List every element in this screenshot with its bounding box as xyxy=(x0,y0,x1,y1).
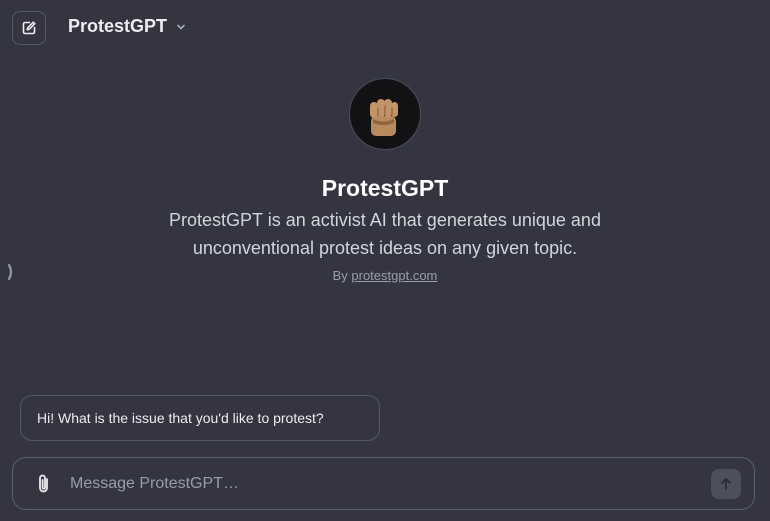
gpt-description: ProtestGPT is an activist AI that genera… xyxy=(169,210,601,258)
author-link[interactable]: protestgpt.com xyxy=(351,268,437,283)
attach-button[interactable] xyxy=(32,472,56,496)
model-selector[interactable]: ProtestGPT xyxy=(68,16,187,37)
gpt-author: By protestgpt.com xyxy=(333,268,438,283)
paperclip-icon xyxy=(39,474,48,492)
new-chat-button[interactable] xyxy=(12,11,46,45)
gpt-avatar xyxy=(349,78,421,150)
send-button[interactable] xyxy=(711,468,741,499)
pencil-square-icon xyxy=(22,21,36,35)
conversation-starter[interactable]: Hi! What is the issue that you'd like to… xyxy=(20,395,380,441)
message-input[interactable] xyxy=(68,473,711,494)
model-name: ProtestGPT xyxy=(68,16,168,36)
gpt-intro: ProtestGPT ProtestGPT is an activist AI … xyxy=(0,78,770,283)
chevron-down-icon xyxy=(177,24,185,29)
message-composer xyxy=(12,457,755,510)
author-prefix: By xyxy=(332,268,348,283)
gpt-name: ProtestGPT xyxy=(321,175,449,201)
arrow-up-icon xyxy=(721,477,731,490)
raised-fist-icon xyxy=(370,99,398,136)
